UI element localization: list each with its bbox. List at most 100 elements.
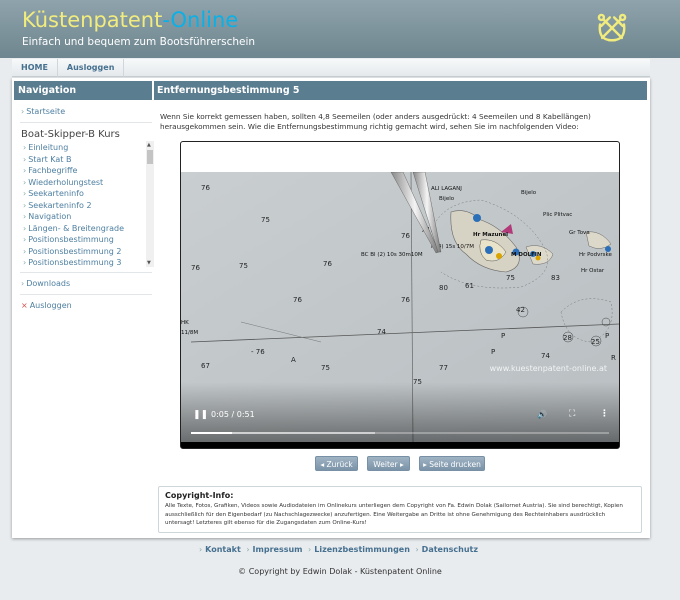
site-title-part1: Küstenpatent (22, 8, 162, 32)
nav-home[interactable]: HOME (12, 59, 58, 77)
sidebar-item-label: Downloads (26, 279, 70, 288)
course-list-item[interactable]: ›Positionsbestimmung (21, 234, 145, 246)
chevron-right-icon: › (199, 545, 202, 554)
page-panel: Navigation ›Startseite Boat-Skipper-B Ku… (12, 78, 650, 538)
svg-text:83: 83 (551, 274, 560, 282)
course-list-item[interactable]: ›Seekarteninfo 2 (21, 200, 145, 212)
chevron-right-icon: › (21, 107, 24, 116)
course-list-item[interactable]: ›Navigation (21, 211, 145, 223)
svg-text:61: 61 (465, 282, 474, 290)
svg-text:74: 74 (541, 352, 550, 360)
site-title[interactable]: Küstenpatent-Online (22, 8, 238, 32)
svg-text:M DOLFIN: M DOLFIN (511, 252, 542, 258)
sidebar-item-downloads[interactable]: ›Downloads (14, 278, 152, 289)
svg-text:75: 75 (261, 216, 270, 224)
video-progress-fill (191, 432, 232, 434)
video-progress[interactable] (191, 432, 609, 434)
chevron-right-icon: › (23, 178, 26, 187)
svg-text:- 76: - 76 (251, 348, 265, 356)
pause-icon[interactable]: ❚❚ (193, 410, 208, 420)
scroll-down-icon[interactable]: ▼ (147, 260, 151, 266)
course-list-item-label: Wiederholungstest (28, 178, 103, 187)
course-list-item-label: Start Kat B (28, 155, 71, 164)
video-controls: ❚❚ 0:05 / 0:51 🔊 ⛶ ⋮ (181, 382, 619, 442)
sidebar-item-label: Startseite (26, 107, 65, 116)
course-list-item[interactable]: ›Einleitung (21, 142, 145, 154)
course-list-item-label: Seekarteninfo (28, 189, 84, 198)
copyright-info-box: Copyright-Info: Alle Texte, Fotos, Grafi… (158, 486, 642, 533)
chevron-right-icon: › (23, 224, 26, 233)
back-button[interactable]: ◂ Zurück (315, 456, 358, 471)
svg-text:76: 76 (191, 264, 200, 272)
svg-text:BC Bl (2) 10s 30m10M: BC Bl (2) 10s 30m10M (361, 252, 423, 258)
course-list-item[interactable]: ›Positionsbestimmung 3 (21, 257, 145, 267)
chevron-right-icon: › (415, 545, 418, 554)
svg-text:Bijelo: Bijelo (439, 196, 455, 202)
svg-text:75: 75 (506, 274, 515, 282)
chevron-right-icon: › (21, 279, 24, 288)
svg-text:76: 76 (401, 296, 410, 304)
chevron-right-icon: › (246, 545, 249, 554)
svg-text:P: P (501, 332, 505, 340)
video-player[interactable]: 76 75 76 75 76 76 80 61 75 83 74 42 28 2… (180, 141, 620, 449)
chevron-right-icon: › (308, 545, 311, 554)
sidebar-item-startseite[interactable]: ›Startseite (14, 106, 152, 117)
chevron-right-icon: › (23, 212, 26, 221)
course-list-item-label: Positionsbestimmung 2 (28, 247, 121, 256)
volume-icon[interactable]: 🔊 (537, 410, 547, 419)
scroll-thumb[interactable] (147, 150, 153, 164)
more-icon[interactable]: ⋮ (600, 409, 609, 419)
video-watermark: www.kuestenpatent-online.at (490, 364, 607, 373)
footer-link-kontakt[interactable]: Kontakt (205, 545, 241, 554)
top-navigation: HOME Ausloggen (12, 59, 650, 77)
print-page-button[interactable]: ▸ Seite drucken (419, 456, 485, 471)
footer-links: ›Kontakt ›Impressum ›Lizenzbestimmungen … (0, 545, 680, 554)
footer-link-lizenzbestimmungen[interactable]: Lizenzbestimmungen (314, 545, 410, 554)
scrollbar[interactable]: ▲ ▼ (146, 141, 154, 267)
svg-text:76: 76 (401, 232, 410, 240)
svg-text:P: P (491, 348, 495, 356)
nav-logout[interactable]: Ausloggen (58, 59, 124, 77)
copyright-title: Copyright-Info: (165, 491, 635, 500)
svg-text:Hr Mazunel: Hr Mazunel (473, 232, 508, 238)
svg-text:67: 67 (201, 362, 210, 370)
svg-text:Bijelo: Bijelo (521, 190, 537, 196)
svg-text:74: 74 (377, 328, 386, 336)
fullscreen-icon[interactable]: ⛶ (569, 409, 575, 419)
svg-text:Gr Tova: Gr Tova (569, 230, 590, 236)
course-list-item-label: Navigation (28, 212, 71, 221)
intro-text: Wenn Sie korrekt gemessen haben, sollten… (160, 112, 644, 131)
footer-link-datenschutz[interactable]: Datenschutz (422, 545, 478, 554)
course-list-item[interactable]: ›Positionsbestimmung 2 (21, 246, 145, 258)
chevron-right-icon: › (23, 258, 26, 267)
sidebar-item-logout[interactable]: ×Ausloggen (14, 300, 152, 311)
course-list-item[interactable]: ›Start Kat B (21, 154, 145, 166)
svg-text:11/8M: 11/8M (181, 330, 198, 336)
chevron-right-icon: › (23, 235, 26, 244)
course-list-item[interactable]: ›Seekarteninfo (21, 188, 145, 200)
pager-buttons: ◂ Zurück Weiter ▸ ▸ Seite drucken (315, 456, 515, 472)
divider (20, 272, 152, 273)
footer-copyright: © Copyright by Edwin Dolak - Küstenpaten… (0, 567, 680, 576)
svg-text:Hr Ostar: Hr Ostar (581, 268, 605, 274)
next-button[interactable]: Weiter ▸ (367, 456, 410, 471)
sidebar: Navigation ›Startseite Boat-Skipper-B Ku… (14, 81, 152, 311)
course-list-box[interactable]: ›Einleitung›Start Kat B›Fachbegriffe›Wie… (18, 141, 154, 267)
course-list-item[interactable]: ›Wiederholungstest (21, 177, 145, 189)
course-list-item[interactable]: ›Fachbegriffe (21, 165, 145, 177)
course-list-item[interactable]: ›Längen- & Breitengrade (21, 223, 145, 235)
svg-text:75: 75 (321, 364, 330, 372)
course-list-item-label: Einleitung (28, 143, 68, 152)
site-title-part2: -Online (162, 8, 238, 32)
site-subtitle: Einfach und bequem zum Bootsführerschein (22, 36, 255, 48)
course-list-item-label: Positionsbestimmung 3 (28, 258, 121, 267)
copyright-text: Alle Texte, Fotos, Grafiken, Videos sowi… (165, 502, 635, 528)
svg-text:76: 76 (293, 296, 302, 304)
course-list-item-label: Seekarteninfo 2 (28, 201, 91, 210)
svg-text:76: 76 (201, 184, 210, 192)
footer-link-impressum[interactable]: Impressum (253, 545, 303, 554)
chevron-right-icon: › (23, 247, 26, 256)
svg-text:76: 76 (323, 260, 332, 268)
divider (20, 122, 152, 123)
scroll-up-icon[interactable]: ▲ (147, 142, 151, 148)
